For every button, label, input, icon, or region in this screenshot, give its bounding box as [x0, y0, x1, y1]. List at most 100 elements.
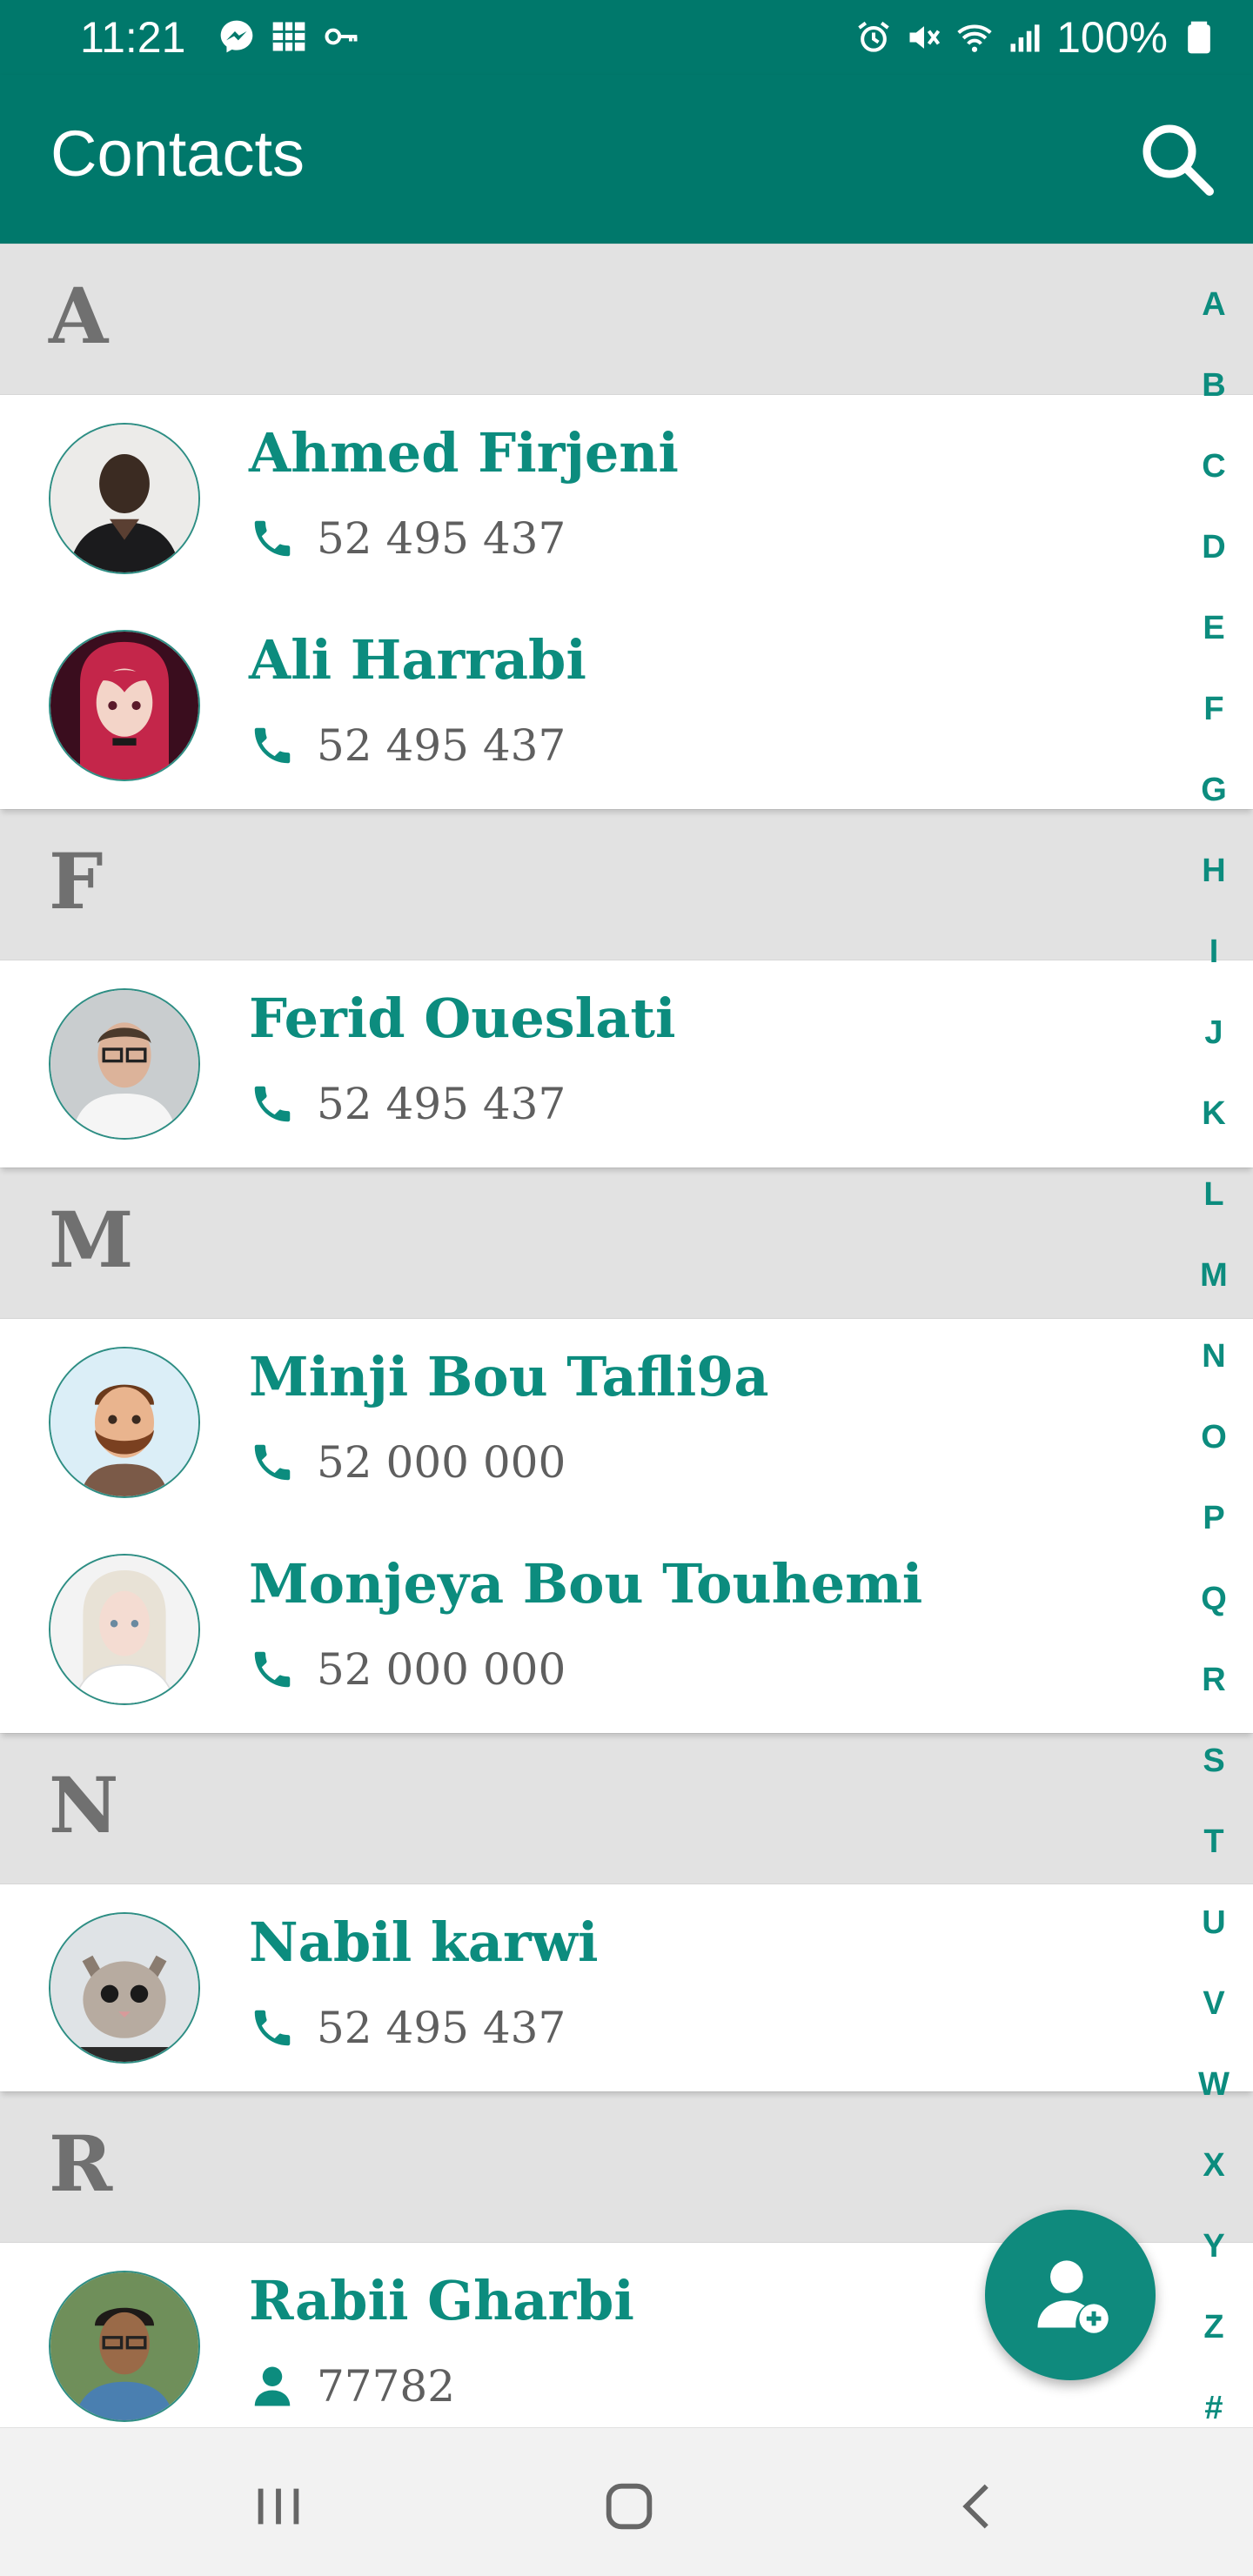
add-contact-button[interactable]: [985, 2210, 1156, 2380]
phone-row: 52 495 437: [249, 720, 566, 771]
home-icon[interactable]: [599, 2476, 660, 2537]
recent-apps-icon[interactable]: [248, 2476, 309, 2537]
section-body: Ferid Oueslati 52 495 437: [0, 960, 1253, 1168]
section-letter: R: [49, 2118, 113, 2209]
wifi-icon: [957, 24, 992, 52]
phone-icon: [254, 1086, 291, 1122]
contact-name: Ahmed Firjeni: [249, 421, 679, 485]
alarm-icon: [858, 21, 889, 52]
alpha-letter[interactable]: T: [1203, 1824, 1223, 1905]
messenger-icon: [220, 20, 253, 53]
section-f: F Ferid Oueslati 52 495 437: [0, 809, 1253, 1168]
app-bar: Contacts: [0, 75, 1253, 244]
alpha-letter[interactable]: H: [1202, 853, 1225, 934]
phone-row: 77782: [249, 2361, 455, 2412]
alpha-letter[interactable]: G: [1201, 773, 1227, 853]
alpha-letter[interactable]: N: [1202, 1339, 1225, 1420]
alpha-letter[interactable]: R: [1202, 1663, 1225, 1743]
contact-item[interactable]: Ali Harrabi 52 495 437: [0, 602, 1253, 809]
section-header: A: [0, 244, 1253, 395]
contact-name: Ferid Oueslati: [249, 987, 676, 1050]
phone-number: 52 495 437: [317, 720, 566, 771]
status-bar: 11:21 100%: [0, 0, 1253, 75]
phone-row: 52 000 000: [249, 1644, 566, 1695]
section-header: N: [0, 1733, 1253, 1884]
add-contact-icon: [1037, 2260, 1109, 2333]
alpha-letter[interactable]: P: [1203, 1501, 1224, 1582]
page-title: Contacts: [50, 117, 305, 190]
alpha-letter[interactable]: B: [1202, 368, 1225, 449]
phone-icon: [254, 2010, 291, 2046]
signal-icon: [1010, 24, 1040, 52]
contact-item[interactable]: Nabil karwi 52 495 437: [0, 1884, 1253, 2091]
alphabet-index[interactable]: A B C D E F G H I J K L M N O P Q R S T U V W X Y Z #: [1192, 287, 1236, 2472]
phone-number: 52 000 000: [317, 1437, 566, 1488]
phone-row: 52 495 437: [249, 1079, 566, 1129]
section-letter: M: [49, 1194, 134, 1285]
contact-item[interactable]: Ferid Oueslati 52 495 437: [0, 960, 1253, 1168]
alpha-letter[interactable]: D: [1202, 530, 1225, 611]
status-left-icons: [218, 17, 360, 56]
alpha-letter[interactable]: C: [1202, 449, 1225, 530]
section-header: F: [0, 809, 1253, 960]
phone-icon: [254, 520, 291, 557]
grid-icon: [272, 22, 305, 51]
section-m: M Minji Bou Tafli9a 52 000 000 Monjeya B…: [0, 1168, 1253, 1733]
contact-item[interactable]: Minji Bou Tafli9a 52 000 000: [0, 1319, 1253, 1526]
mute-icon: [909, 26, 941, 49]
alpha-letter[interactable]: L: [1203, 1177, 1223, 1258]
phone-row: 52 495 437: [249, 513, 566, 564]
avatar: [49, 2271, 200, 2422]
back-icon[interactable]: [948, 2476, 1009, 2537]
avatar: [49, 1347, 200, 1498]
alpha-letter[interactable]: I: [1209, 934, 1219, 1015]
phone-icon: [254, 727, 291, 764]
section-letter: F: [49, 836, 104, 927]
alpha-letter[interactable]: X: [1203, 2148, 1224, 2229]
section-body: Minji Bou Tafli9a 52 000 000 Monjeya Bou…: [0, 1319, 1253, 1733]
alpha-letter[interactable]: V: [1203, 1986, 1224, 2067]
section-header: M: [0, 1168, 1253, 1319]
alpha-letter[interactable]: U: [1202, 1905, 1225, 1986]
alpha-letter[interactable]: Y: [1203, 2229, 1224, 2310]
phone-row: 52 495 437: [249, 2003, 566, 2053]
contact-item[interactable]: Monjeya Bou Touhemi 52 000 000: [0, 1526, 1253, 1733]
phone-row: 52 000 000: [249, 1437, 566, 1488]
alpha-letter[interactable]: F: [1203, 692, 1223, 773]
contact-name: Ali Harrabi: [249, 628, 586, 692]
contact-name: Rabii Gharbi: [249, 2269, 634, 2332]
phone-number: 77782: [317, 2361, 456, 2412]
alpha-letter[interactable]: M: [1200, 1258, 1228, 1339]
contact-item[interactable]: Ahmed Firjeni 52 495 437: [0, 395, 1253, 602]
alpha-letter[interactable]: K: [1202, 1096, 1225, 1177]
alpha-letter[interactable]: E: [1203, 611, 1224, 692]
avatar: [49, 988, 200, 1140]
section-letter: N: [49, 1760, 119, 1850]
battery-percent: 100%: [1056, 13, 1168, 62]
phone-number: 52 000 000: [317, 1644, 566, 1695]
alpha-letter[interactable]: #: [1204, 2391, 1223, 2472]
person-icon: [254, 2366, 291, 2406]
phone-icon: [254, 1444, 291, 1481]
alpha-letter[interactable]: A: [1202, 287, 1225, 368]
search-icon[interactable]: [1135, 117, 1218, 200]
navigation-bar: [0, 2427, 1253, 2576]
section-n: N Nabil karwi 52 495 437: [0, 1733, 1253, 2091]
avatar: [49, 1912, 200, 2064]
contact-name: Nabil karwi: [249, 1910, 599, 1974]
phone-number: 52 495 437: [317, 1079, 566, 1129]
alpha-letter[interactable]: Z: [1203, 2310, 1223, 2391]
alpha-letter[interactable]: W: [1198, 2067, 1230, 2148]
alpha-letter[interactable]: J: [1204, 1015, 1223, 1096]
key-icon: [325, 28, 358, 45]
alpha-letter[interactable]: Q: [1201, 1582, 1227, 1663]
phone-number: 52 495 437: [317, 2003, 566, 2053]
section-body: Nabil karwi 52 495 437: [0, 1884, 1253, 2091]
avatar: [49, 423, 200, 574]
avatar: [49, 1554, 200, 1705]
phone-icon: [254, 1651, 291, 1688]
status-right: 100%: [854, 12, 1218, 63]
alpha-letter[interactable]: S: [1203, 1743, 1224, 1824]
contacts-list[interactable]: A Ahmed Firjeni 52 495 437 Ali Harrabi 5…: [0, 244, 1253, 2427]
alpha-letter[interactable]: O: [1201, 1420, 1227, 1501]
